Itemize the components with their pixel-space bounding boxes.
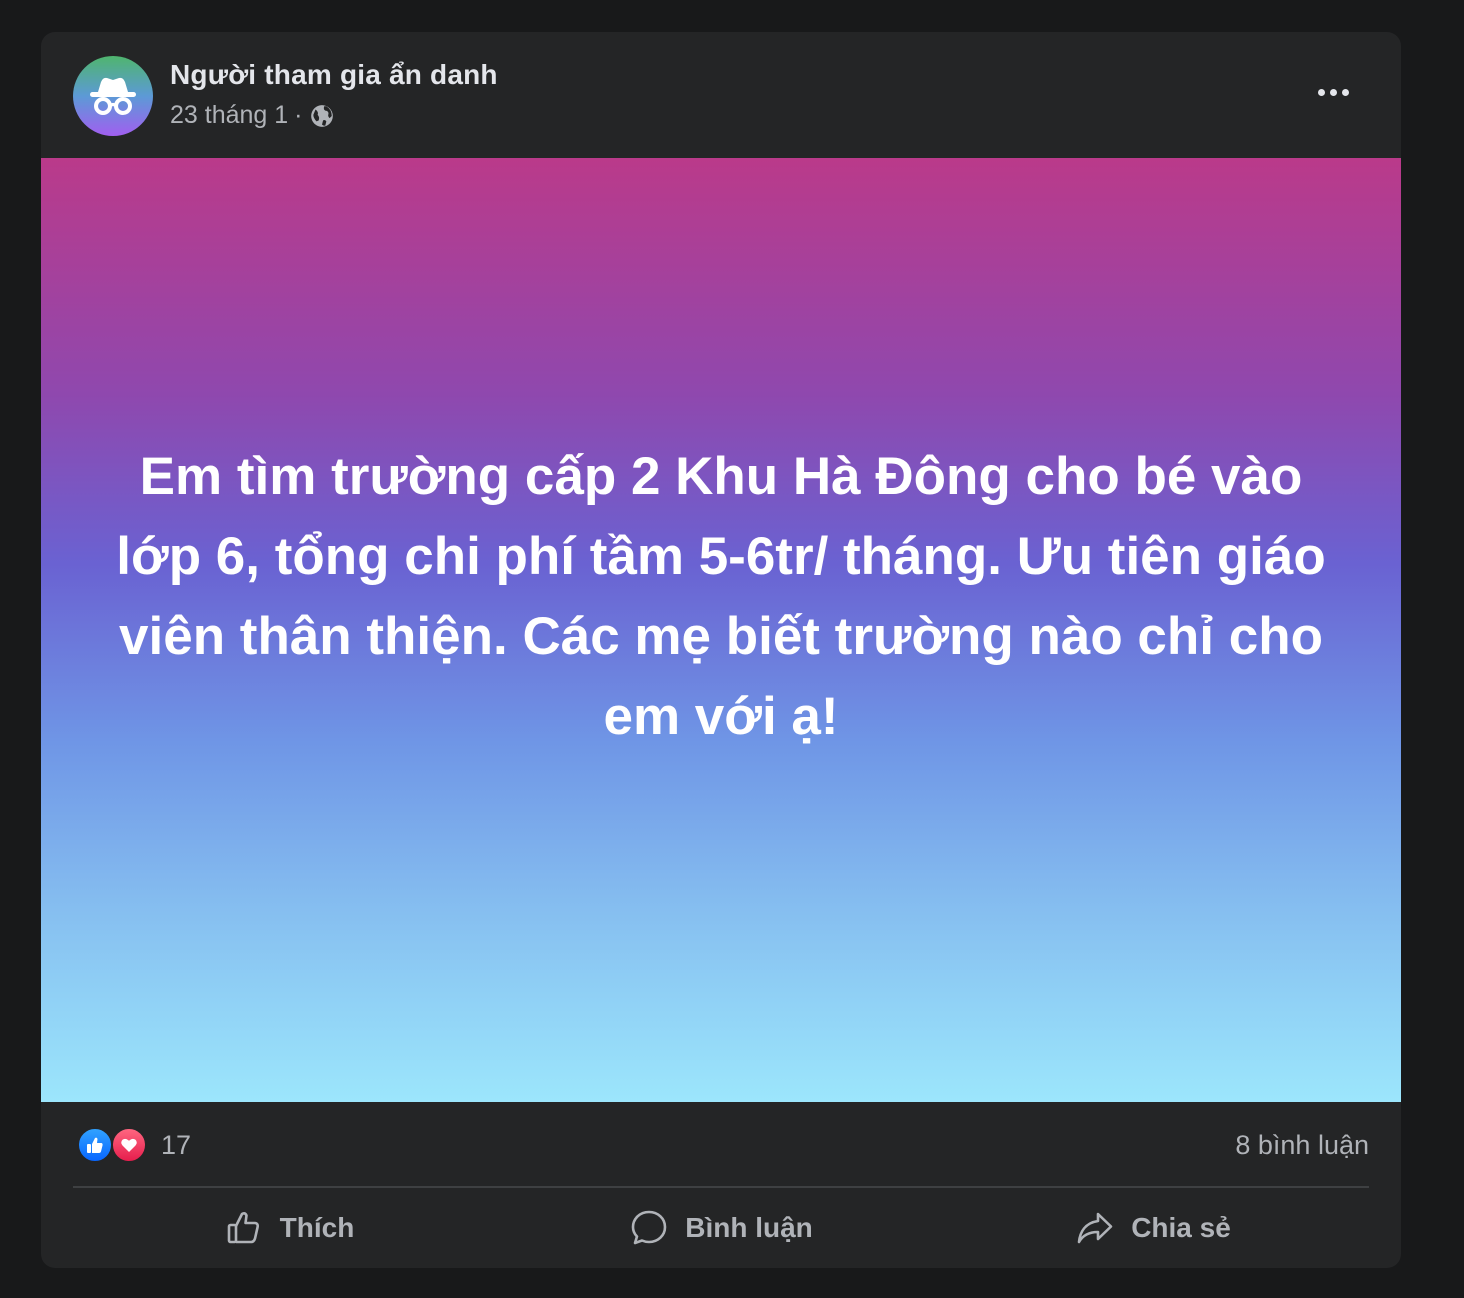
comment-label: Bình luận [685, 1212, 813, 1243]
comment-button[interactable]: Bình luận [505, 1192, 937, 1264]
reactions-bar: 17 8 bình luận [41, 1102, 1401, 1188]
meta-separator: · [294, 101, 303, 129]
author-name[interactable]: Người tham gia ẩn danh [170, 59, 498, 91]
anonymous-avatar[interactable] [73, 56, 153, 136]
more-dot [1341, 88, 1349, 96]
reaction-count[interactable]: 17 [161, 1130, 191, 1161]
love-icon [111, 1127, 147, 1163]
post-text: Em tìm trường cấp 2 Khu Hà Đông cho bé v… [116, 447, 1326, 746]
share-label: Chia sẻ [1131, 1212, 1231, 1243]
share-button[interactable]: Chia sẻ [937, 1192, 1369, 1264]
comment-count[interactable]: 8 bình luận [1235, 1130, 1369, 1161]
action-bar: Thích Bình luận Chia sẻ [73, 1192, 1369, 1264]
globe-icon [310, 104, 333, 127]
thumbs-up-icon [227, 1211, 259, 1244]
post-date[interactable]: 23 tháng 1 [170, 101, 288, 130]
post-background: Em tìm trường cấp 2 Khu Hà Đông cho bé v… [41, 158, 1401, 1102]
reaction-icons[interactable] [77, 1127, 151, 1163]
post-header: Người tham gia ẩn danh 23 tháng 1 · [41, 32, 1401, 158]
incognito-icon [90, 77, 136, 115]
like-icon [77, 1127, 113, 1163]
more-horizontal-icon [1317, 88, 1325, 96]
post-card: Người tham gia ẩn danh 23 tháng 1 · Em t… [41, 32, 1401, 1268]
share-arrow-icon [1077, 1212, 1113, 1244]
like-button[interactable]: Thích [73, 1192, 505, 1264]
comment-bubble-icon [631, 1210, 667, 1245]
like-label: Thích [279, 1212, 355, 1243]
post-meta: 23 tháng 1 · [170, 101, 335, 130]
actions-divider [73, 1186, 1369, 1188]
more-options-button[interactable] [1301, 68, 1365, 116]
more-dot [1329, 88, 1337, 96]
